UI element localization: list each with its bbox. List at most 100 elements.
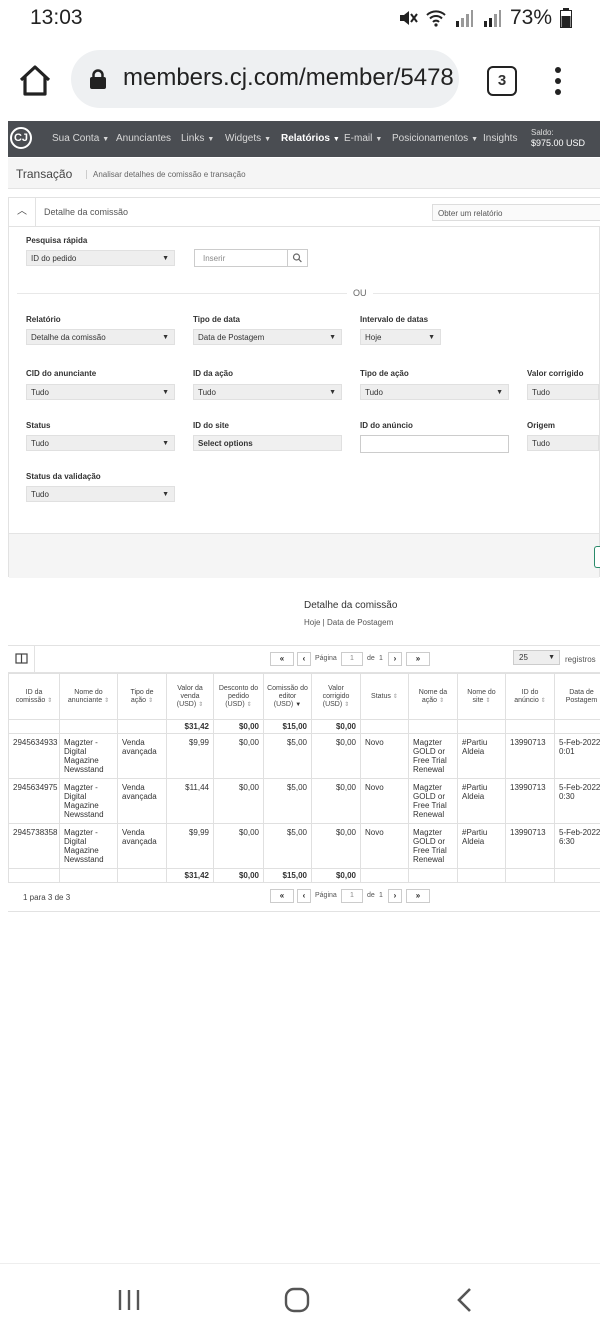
first-page-button[interactable]: «: [270, 652, 294, 666]
prev-page-button[interactable]: ‹: [297, 889, 311, 903]
last-page-button[interactable]: »: [406, 652, 430, 666]
ad-id-link[interactable]: 13990713: [506, 779, 555, 824]
commission-id-link[interactable]: 2945738358: [9, 824, 60, 869]
nav-widgets[interactable]: Widgets▼: [225, 133, 271, 144]
sort-icon: ⇕: [198, 702, 203, 708]
id-anuncio-input[interactable]: [360, 435, 509, 453]
col-header-site[interactable]: Nome do site⇕: [458, 674, 506, 720]
col-header-commission[interactable]: Comissão do editor (USD)▼: [264, 674, 312, 720]
chevron-down-icon: ▼: [162, 385, 169, 400]
advertiser-link[interactable]: Magzter - Digital Magazine Newsstand: [60, 779, 118, 824]
page-label: Página: [315, 892, 337, 899]
next-page-button[interactable]: ›: [388, 889, 402, 903]
relatorio-select[interactable]: Detalhe da comissão▼: [26, 329, 175, 345]
col-header-action-name[interactable]: Nome da ação⇕: [409, 674, 458, 720]
label-intervalo: Intervalo de datas: [360, 315, 428, 324]
first-page-button[interactable]: «: [270, 889, 294, 903]
next-page-button[interactable]: ›: [388, 652, 402, 666]
label-relatorio: Relatório: [26, 315, 61, 324]
sort-icon: ⇕: [247, 702, 252, 708]
ad-id-link[interactable]: 13990713: [506, 734, 555, 779]
nav-posicionamentos[interactable]: Posicionamentos▼: [392, 133, 478, 144]
chevron-up-icon[interactable]: ︿: [9, 198, 36, 226]
table-row: 2945738358 Magzter - Digital Magazine Ne…: [9, 824, 600, 869]
tipo-acao-select[interactable]: Tudo▼: [360, 384, 509, 400]
origem-select[interactable]: Tudo: [527, 435, 599, 451]
tipo-data-select[interactable]: Data de Postagem▼: [193, 329, 342, 345]
ad-id-link[interactable]: 13990713: [506, 824, 555, 869]
col-header-sale[interactable]: Valor da venda (USD)⇕: [167, 674, 214, 720]
advertiser-link[interactable]: Magzter - Digital Magazine Newsstand: [60, 824, 118, 869]
mute-icon: [398, 8, 418, 28]
columns-button[interactable]: [8, 646, 35, 672]
corrected-amount: $0,00: [312, 824, 361, 869]
last-page-button[interactable]: »: [406, 889, 430, 903]
chevron-down-icon: ▼: [162, 436, 169, 451]
col-header-ad-id[interactable]: ID do anúncio⇕: [506, 674, 555, 720]
status-validacao-select[interactable]: Tudo▼: [26, 486, 175, 502]
browser-toolbar: members.cj.com/member/5478 3: [0, 40, 600, 120]
nav-anunciantes[interactable]: Anunciantes: [116, 133, 171, 144]
commission-table: ID da comissão⇕ Nome do anunciante⇕ Tipo…: [8, 673, 600, 883]
or-separator: OU: [347, 288, 373, 298]
commission-id-link[interactable]: 2945634975: [9, 779, 60, 824]
status-select[interactable]: Tudo▼: [26, 435, 175, 451]
intervalo-select[interactable]: Hoje▼: [360, 329, 441, 345]
search-button[interactable]: [287, 249, 308, 267]
advertiser-link[interactable]: Magzter - Digital Magazine Newsstand: [60, 734, 118, 779]
nav-sua-conta[interactable]: Sua Conta▼: [52, 133, 109, 144]
recent-apps-icon[interactable]: [116, 1287, 142, 1313]
corrected-amount: $0,00: [312, 734, 361, 779]
col-header-id[interactable]: ID da comissão⇕: [9, 674, 60, 720]
id-site-multiselect[interactable]: Select options: [193, 435, 342, 451]
sort-icon: ⇕: [541, 698, 546, 704]
discount-amount: $0,00: [214, 779, 264, 824]
col-header-action-type[interactable]: Tipo de ação⇕: [118, 674, 167, 720]
posting-date: 5-Feb-2022 6:30: [555, 824, 600, 869]
more-menu-icon[interactable]: [548, 64, 568, 98]
prev-page-button[interactable]: ‹: [297, 652, 311, 666]
col-header-corrected[interactable]: Valor corrigido (USD)⇕: [312, 674, 361, 720]
sort-desc-icon: ▼: [295, 702, 301, 708]
status-value: Novo: [361, 824, 409, 869]
chevron-down-icon: ▼: [548, 651, 555, 664]
table-toolbar: « ‹ Página 1 de 1 › » 25▼ registros: [8, 645, 600, 673]
page-input[interactable]: 1: [341, 652, 363, 666]
battery-icon: [560, 8, 572, 28]
nav-email[interactable]: E-mail▼: [344, 133, 382, 144]
chevron-down-icon: ▼: [162, 251, 169, 266]
id-acao-select[interactable]: Tudo▼: [193, 384, 342, 400]
filter-panel-header: ︿ Detalhe da comissão Obter um relatório: [9, 198, 600, 227]
col-header-advertiser[interactable]: Nome do anunciante⇕: [60, 674, 118, 720]
commission-id-link[interactable]: 2945634933: [9, 734, 60, 779]
tab-switcher-button[interactable]: 3: [487, 66, 517, 96]
col-header-discount[interactable]: Desconto do pedido (USD)⇕: [214, 674, 264, 720]
sort-icon: ⇕: [344, 702, 349, 708]
page-size-select[interactable]: 25▼: [513, 650, 560, 665]
quick-search-type-select[interactable]: ID do pedido▼: [26, 250, 175, 266]
wifi-icon: [426, 8, 446, 28]
cid-select[interactable]: Tudo▼: [26, 384, 175, 400]
total-sale: $31,42: [167, 720, 214, 734]
col-header-date[interactable]: Data de Postagem: [555, 674, 600, 720]
home-nav-icon[interactable]: [283, 1286, 311, 1314]
get-report-select[interactable]: Obter um relatório: [432, 204, 600, 221]
nav-relatorios[interactable]: Relatórios▼: [281, 133, 340, 144]
col-header-status[interactable]: Status⇕: [361, 674, 409, 720]
url-text: members.cj.com/member/5478: [123, 64, 454, 92]
cj-logo[interactable]: CJ: [10, 127, 32, 149]
columns-icon: [8, 646, 34, 672]
nav-insights[interactable]: Insights: [483, 133, 517, 144]
run-report-button[interactable]: [594, 546, 600, 568]
sale-amount: $9,99: [167, 734, 214, 779]
back-icon[interactable]: [454, 1286, 476, 1314]
quick-search-input[interactable]: Inserir: [194, 249, 288, 267]
nav-links[interactable]: Links▼: [181, 133, 214, 144]
home-icon[interactable]: [16, 62, 54, 100]
address-bar[interactable]: members.cj.com/member/5478: [71, 50, 459, 108]
valor-corrigido-select[interactable]: Tudo: [527, 384, 599, 400]
discount-amount: $0,00: [214, 824, 264, 869]
filter-panel-footer: [9, 533, 599, 578]
page-input[interactable]: 1: [341, 889, 363, 903]
action-type: Venda avançada: [118, 779, 167, 824]
